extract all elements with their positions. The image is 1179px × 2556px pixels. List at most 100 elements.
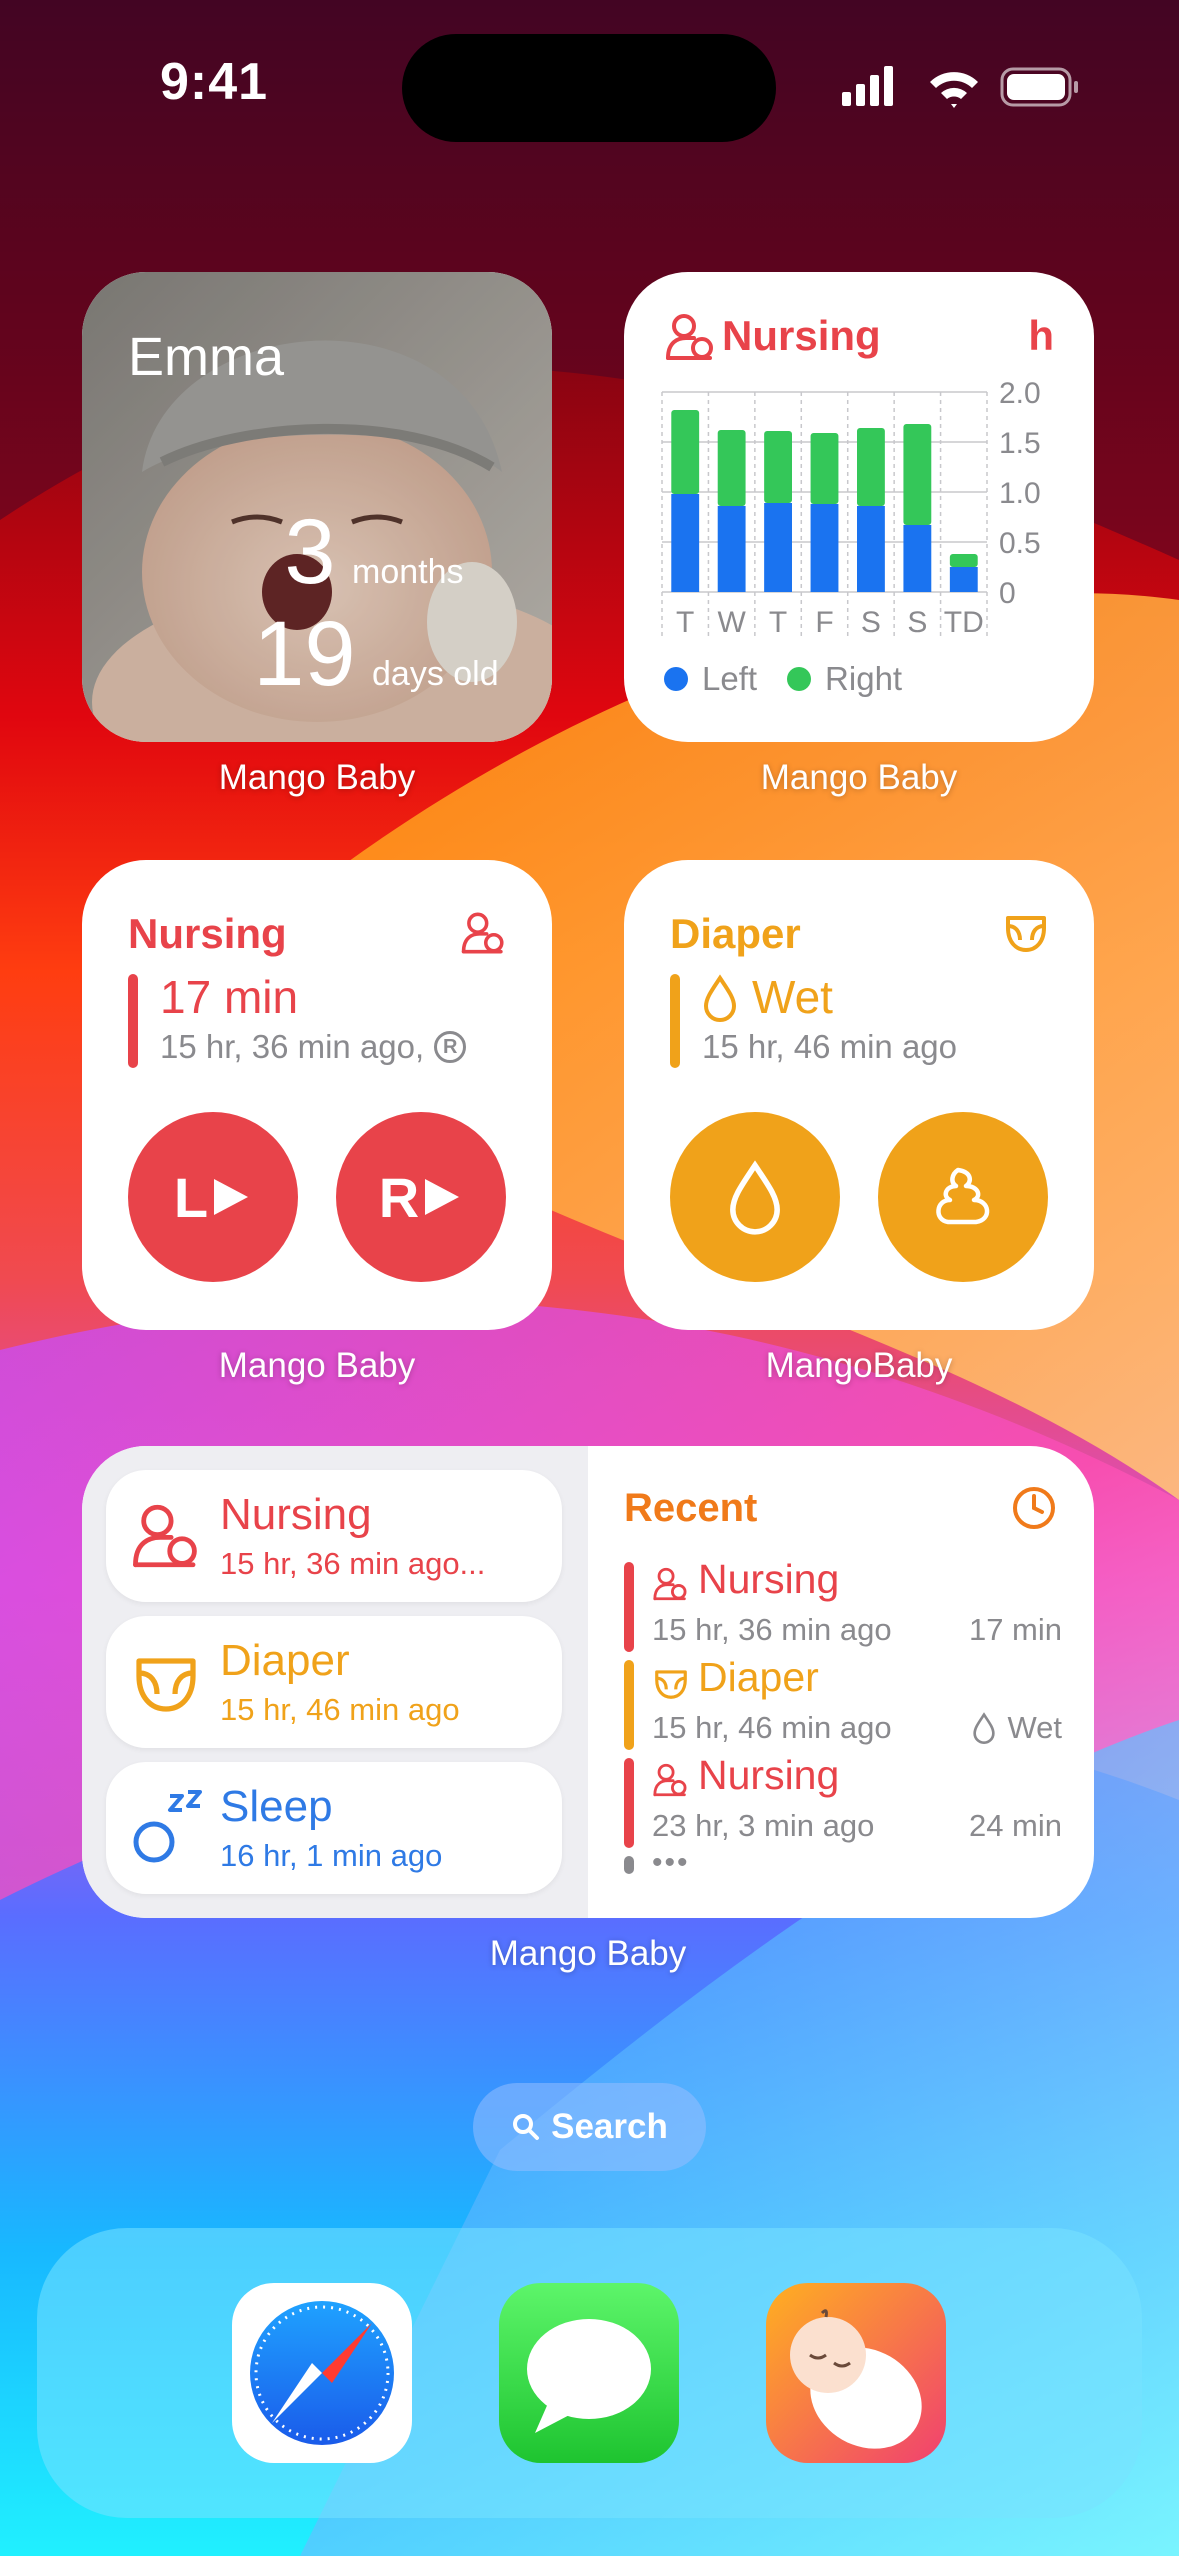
recent-item[interactable]: Nursing 23 hr, 3 min ago 24 min <box>588 1752 1094 1848</box>
nursing-duration: 17 min <box>160 971 299 1023</box>
dock <box>37 2228 1142 2518</box>
start-left-label: L <box>173 1165 209 1229</box>
nursing-widget-title: Nursing <box>128 910 287 957</box>
recent-item-value: 17 min <box>968 1612 1062 1647</box>
recent-panel: Recent Nursing 15 hr, 36 min ago 17 min <box>588 1446 1094 1918</box>
quick-log-nursing[interactable]: Nursing 15 hr, 36 min ago... <box>106 1470 562 1602</box>
messages-app-icon[interactable] <box>499 2283 679 2463</box>
bar-left-1 <box>717 506 746 592</box>
bar-right-6 <box>949 554 978 567</box>
bar-right-1 <box>717 430 746 506</box>
status-icons <box>842 66 1078 108</box>
sleep-icon <box>133 1790 202 1863</box>
bar-right-5 <box>903 424 932 525</box>
bar-right-3 <box>810 433 839 504</box>
y-tick-label: 1.0 <box>999 477 1041 510</box>
y-tick-label: 0 <box>999 577 1016 610</box>
legend-right-swatch <box>787 667 812 691</box>
nursing-accent-bar <box>128 974 138 1068</box>
age-days-value: 19 <box>253 603 356 705</box>
recent-item-title: Diaper <box>698 1654 819 1700</box>
diaper-icon <box>136 1658 196 1712</box>
play-icon <box>214 1179 249 1215</box>
start-right-label: R <box>378 1165 420 1229</box>
x-tick-label: W <box>717 606 746 639</box>
nursing-icon <box>653 1567 687 1601</box>
quick-log-diaper-sub: 15 hr, 46 min ago <box>220 1692 460 1727</box>
y-tick-label: 1.5 <box>999 427 1041 460</box>
diaper-icon <box>655 1670 687 1699</box>
chart-widget-label: Mango Baby <box>760 758 958 797</box>
side-badge: R <box>434 1031 467 1063</box>
bar-left-2 <box>764 503 792 592</box>
dynamic-island <box>402 34 776 142</box>
nursing-chart-widget[interactable]: Nursing h 2.0 1.5 1.0 0.5 0 T W T F S S TD Left Rig… <box>624 272 1094 742</box>
diaper-status: Wet <box>752 971 833 1023</box>
recent-item-value: Wet <box>1007 1710 1062 1745</box>
x-tick-label: T <box>769 606 787 639</box>
bar-right-4 <box>857 428 885 506</box>
large-widget[interactable]: Nursing 15 hr, 36 min ago... Diaper 15 h… <box>82 1446 1094 1918</box>
recent-item[interactable]: Nursing 15 hr, 36 min ago 17 min <box>588 1556 1094 1652</box>
start-left-button[interactable]: L <box>128 1112 298 1282</box>
recent-item-title: Nursing <box>698 1752 840 1798</box>
wifi-icon <box>930 72 978 108</box>
diaper-ago: 15 hr, 46 min ago <box>702 1028 958 1065</box>
droplet-icon <box>730 1160 780 1235</box>
speech-bubble-icon <box>527 2319 651 2433</box>
x-tick-label: F <box>815 606 833 639</box>
recent-item[interactable]: Diaper 15 hr, 46 min ago Wet <box>588 1654 1094 1750</box>
status-time: 9:41 <box>160 53 269 111</box>
sleeping-baby-icon <box>790 2309 922 2449</box>
x-tick-label: S <box>907 606 927 639</box>
battery-icon <box>1000 67 1078 107</box>
play-icon <box>425 1179 460 1215</box>
log-wet-button[interactable] <box>670 1112 840 1282</box>
bar-left-3 <box>810 504 839 592</box>
quick-log-nursing-title: Nursing <box>220 1490 372 1539</box>
photo-widget[interactable]: Emma 3 months 19 days old <box>82 272 552 742</box>
baby-name: Emma <box>128 327 285 387</box>
nursing-widget-label: Mango Baby <box>218 1346 416 1385</box>
clock-icon <box>1013 1487 1055 1529</box>
start-right-button[interactable]: R <box>336 1112 506 1282</box>
bar-left-4 <box>857 506 885 592</box>
recent-item-ago: 15 hr, 46 min ago <box>652 1710 892 1745</box>
legend-right-label: Right <box>825 660 903 697</box>
quick-log-sleep-title: Sleep <box>220 1782 333 1831</box>
bar-left-0 <box>671 494 700 592</box>
more-indicator: ••• <box>652 1846 690 1879</box>
recent-item-title: Nursing <box>698 1556 840 1602</box>
quick-log-diaper-title: Diaper <box>220 1636 350 1685</box>
search-icon <box>513 2114 540 2140</box>
chart-title: Nursing <box>722 312 881 359</box>
nursing-widget[interactable]: Nursing 17 min 15 hr, 36 min ago, R L R <box>82 860 552 1330</box>
x-tick-label: T <box>676 606 694 639</box>
safari-app-icon[interactable] <box>232 2283 412 2463</box>
legend-left-label: Left <box>702 660 758 697</box>
nursing-icon <box>666 314 713 360</box>
diaper-widget[interactable]: Diaper Wet 15 hr, 46 min ago <box>624 860 1094 1330</box>
poop-icon <box>936 1167 990 1225</box>
quick-log-diaper[interactable]: Diaper 15 hr, 46 min ago <box>106 1616 562 1748</box>
age-days-unit: days old <box>372 655 499 693</box>
quick-log-sleep[interactable]: Sleep 16 hr, 1 min ago <box>106 1762 562 1894</box>
droplet-icon <box>703 974 737 1022</box>
quick-log-nursing-sub: 15 hr, 36 min ago... <box>220 1546 486 1581</box>
mango-baby-app-icon[interactable] <box>766 2283 946 2463</box>
status-bar: 9:41 <box>0 0 1179 180</box>
quick-log-sleep-sub: 16 hr, 1 min ago <box>220 1838 443 1873</box>
recent-item-value: 24 min <box>968 1808 1062 1843</box>
y-tick-label: 2.0 <box>999 380 1041 410</box>
log-dirty-button[interactable] <box>878 1112 1048 1282</box>
more-accent-bar <box>624 1856 634 1874</box>
bar-right-0 <box>671 410 700 494</box>
compass-icon <box>250 2301 394 2445</box>
chart-unit: h <box>1028 312 1054 359</box>
age-months-unit: months <box>352 553 464 591</box>
legend-left-swatch <box>664 667 688 691</box>
nursing-bar-chart: 2.01.51.00.50T W T F S S TD <box>661 380 1041 639</box>
age-months-value: 3 <box>284 501 336 603</box>
search-button[interactable]: Search <box>473 2083 706 2171</box>
nursing-ago: 15 hr, 36 min ago, <box>160 1028 425 1065</box>
